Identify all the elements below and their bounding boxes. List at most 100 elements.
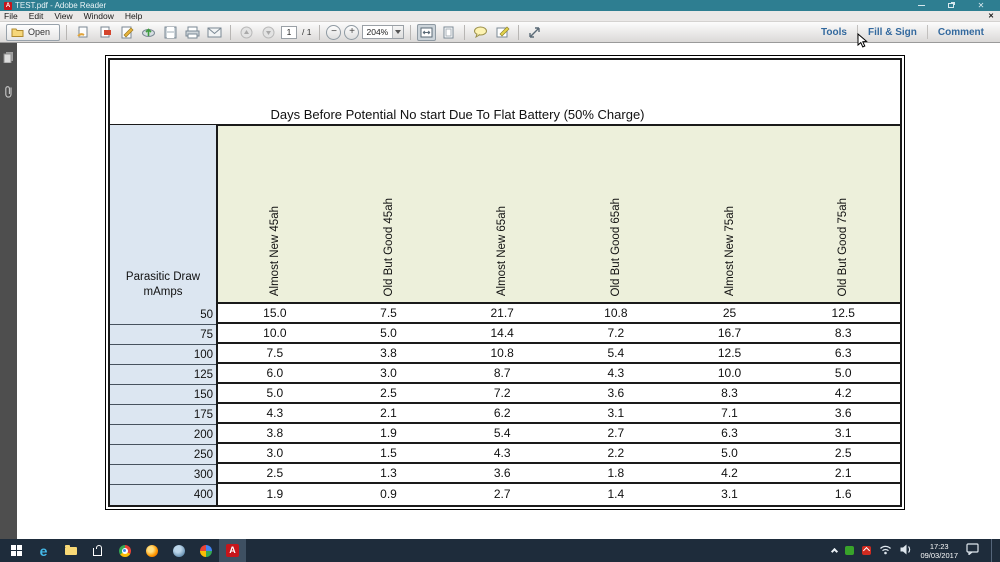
row-label: 250 bbox=[110, 445, 216, 465]
row-label: 50 bbox=[110, 305, 216, 325]
table-cell: 1.4 bbox=[559, 484, 673, 504]
table-row: 3.01.54.32.25.02.5 bbox=[218, 444, 900, 464]
photos-pinwheel-icon bbox=[200, 545, 212, 557]
column-header: Almost New 45ah bbox=[218, 126, 332, 302]
fill-sign-button[interactable]: Fill & Sign bbox=[858, 27, 927, 38]
show-desktop-button[interactable] bbox=[991, 539, 995, 562]
start-button[interactable] bbox=[3, 539, 30, 562]
minimize-icon[interactable] bbox=[914, 1, 928, 10]
table-cell: 2.1 bbox=[332, 404, 446, 422]
table-cell: 1.5 bbox=[332, 444, 446, 462]
table-cell: 3.6 bbox=[445, 464, 559, 482]
fit-width-button[interactable] bbox=[417, 24, 436, 41]
table-cell: 25 bbox=[673, 304, 787, 322]
taskbar-chrome[interactable] bbox=[111, 539, 138, 562]
table-cell: 6.3 bbox=[673, 424, 787, 442]
tray-expand-chevron-icon[interactable] bbox=[831, 548, 838, 555]
taskbar-app-globe[interactable] bbox=[165, 539, 192, 562]
menu-view[interactable]: View bbox=[54, 11, 72, 21]
table-row: 5.02.57.23.68.34.2 bbox=[218, 384, 900, 404]
print-icon[interactable] bbox=[183, 24, 202, 41]
table-cell: 5.0 bbox=[673, 444, 787, 462]
taskbar-adobe-reader-active[interactable]: A bbox=[219, 539, 246, 562]
next-page-icon[interactable] bbox=[259, 24, 278, 41]
table-cell: 5.4 bbox=[445, 424, 559, 442]
table-title: Days Before Potential No start Due To Fl… bbox=[110, 107, 805, 122]
column-header: Old But Good 75ah bbox=[786, 126, 900, 302]
comment-button[interactable]: Comment bbox=[928, 27, 994, 38]
zoom-out-button[interactable]: − bbox=[326, 25, 341, 40]
comment-bubble-icon[interactable] bbox=[471, 24, 490, 41]
clock[interactable]: 17:23 09/03/2017 bbox=[920, 542, 958, 560]
table-cell: 10.0 bbox=[218, 324, 332, 342]
table-cell: 3.1 bbox=[786, 424, 900, 442]
volume-icon[interactable] bbox=[900, 542, 912, 560]
table-cell: 2.5 bbox=[218, 464, 332, 482]
menu-edit[interactable]: Edit bbox=[29, 11, 44, 21]
resize-panels-icon[interactable] bbox=[525, 24, 544, 41]
row-label: 125 bbox=[110, 365, 216, 385]
table-cell: 2.5 bbox=[786, 444, 900, 462]
taskbar-firefox[interactable] bbox=[138, 539, 165, 562]
network-icon[interactable] bbox=[879, 542, 892, 560]
share-file-icon[interactable] bbox=[73, 24, 92, 41]
export-pdf-icon[interactable] bbox=[95, 24, 114, 41]
taskbar-photos[interactable] bbox=[192, 539, 219, 562]
table-cell: 10.8 bbox=[445, 344, 559, 362]
table-cell: 2.1 bbox=[786, 464, 900, 482]
tools-button[interactable]: Tools bbox=[811, 27, 857, 38]
table-cell: 14.4 bbox=[445, 324, 559, 342]
save-icon[interactable] bbox=[161, 24, 180, 41]
row-label: 100 bbox=[110, 345, 216, 365]
action-center-icon[interactable] bbox=[966, 542, 979, 560]
table-cell: 2.5 bbox=[332, 384, 446, 402]
table-cell: 6.2 bbox=[445, 404, 559, 422]
firefox-icon bbox=[146, 545, 158, 557]
table-cell: 1.6 bbox=[786, 484, 900, 504]
menu-window[interactable]: Window bbox=[84, 11, 114, 21]
cloud-upload-icon[interactable] bbox=[139, 24, 158, 41]
fill-sign-icon[interactable] bbox=[117, 24, 136, 41]
zoom-level-select[interactable]: 204% bbox=[362, 25, 404, 39]
close-document-icon[interactable]: ✕ bbox=[988, 12, 994, 20]
adobe-reader-icon: A bbox=[4, 2, 12, 10]
close-icon[interactable]: ✕ bbox=[974, 1, 988, 10]
previous-page-icon[interactable] bbox=[237, 24, 256, 41]
row-label: 400 bbox=[110, 485, 216, 505]
email-icon[interactable] bbox=[205, 24, 224, 41]
table-title-area: Days Before Potential No start Due To Fl… bbox=[110, 60, 900, 124]
table-cell: 10.0 bbox=[673, 364, 787, 382]
table-row: 7.53.810.85.412.56.3 bbox=[218, 344, 900, 364]
table-cell: 4.3 bbox=[218, 404, 332, 422]
toolbar: Open / 1 − + 204% bbox=[0, 22, 1000, 43]
table-cell: 2.2 bbox=[559, 444, 673, 462]
zoom-in-button[interactable]: + bbox=[344, 25, 359, 40]
tray-green-utility-icon[interactable] bbox=[845, 546, 854, 555]
taskbar-file-explorer[interactable] bbox=[57, 539, 84, 562]
table-cell: 2.7 bbox=[445, 484, 559, 504]
data-column-area: Almost New 45ahOld But Good 45ahAlmost N… bbox=[216, 124, 900, 505]
open-button[interactable]: Open bbox=[6, 24, 60, 41]
tray-time: 17:23 bbox=[930, 542, 949, 551]
taskbar-store[interactable] bbox=[84, 539, 111, 562]
table-cell: 8.3 bbox=[786, 324, 900, 342]
column-header: Old But Good 45ah bbox=[332, 126, 446, 302]
table-cell: 2.7 bbox=[559, 424, 673, 442]
fit-page-button[interactable] bbox=[439, 24, 458, 41]
table-cell: 16.7 bbox=[673, 324, 787, 342]
table-cell: 4.2 bbox=[673, 464, 787, 482]
page-thumbnails-icon[interactable] bbox=[3, 50, 14, 68]
menu-file[interactable]: File bbox=[4, 11, 18, 21]
table-cell: 3.8 bbox=[218, 424, 332, 442]
table-cell: 4.2 bbox=[786, 384, 900, 402]
highlight-sign-icon[interactable] bbox=[493, 24, 512, 41]
menu-help[interactable]: Help bbox=[125, 11, 142, 21]
table-cell: 1.3 bbox=[332, 464, 446, 482]
zoom-dropdown-icon[interactable] bbox=[392, 26, 403, 38]
taskbar-edge[interactable]: e bbox=[30, 539, 57, 562]
page-number-input[interactable] bbox=[281, 26, 297, 39]
restore-icon[interactable] bbox=[944, 1, 958, 10]
tray-antivirus-icon[interactable] bbox=[862, 546, 871, 555]
table-cell: 12.5 bbox=[786, 304, 900, 322]
attachments-paperclip-icon[interactable] bbox=[4, 84, 13, 104]
